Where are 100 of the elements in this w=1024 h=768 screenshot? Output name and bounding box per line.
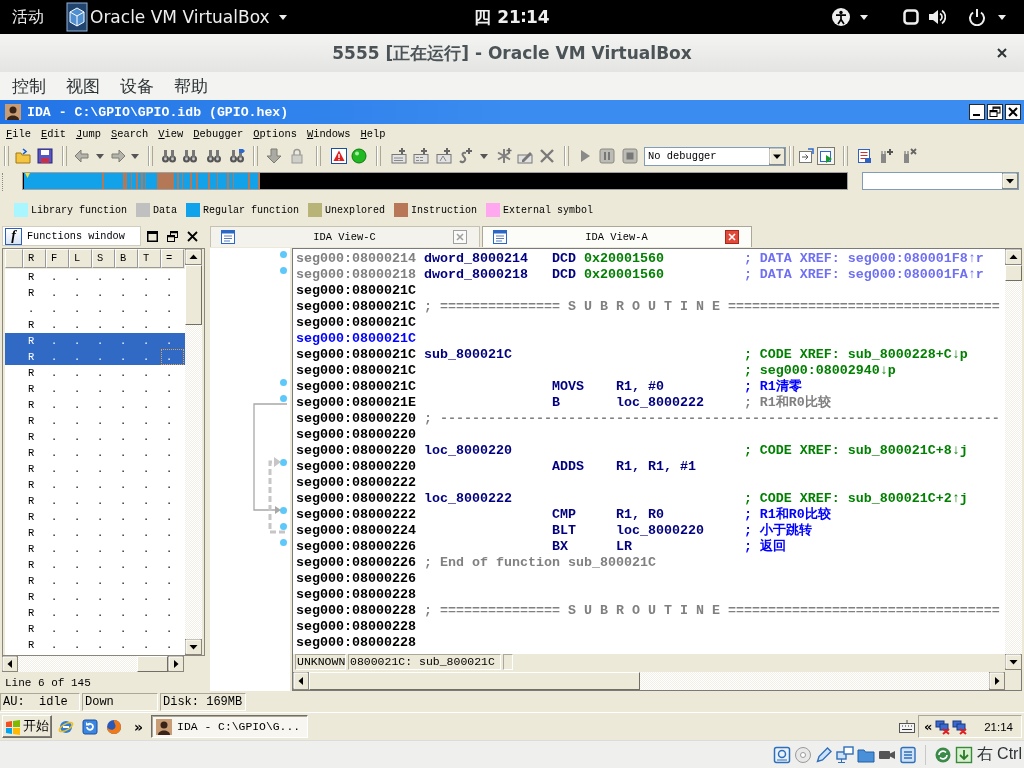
column-header[interactable]: B (115, 249, 138, 268)
caret-icon[interactable] (96, 153, 104, 159)
asterisk-icon[interactable] (495, 148, 512, 164)
column-header[interactable]: L (69, 249, 92, 268)
window-refresh-icon[interactable] (82, 718, 98, 735)
binoculars-icon[interactable] (182, 148, 198, 164)
clock-button[interactable]: 四 21∶14 (474, 5, 550, 29)
window-play-icon[interactable] (816, 147, 835, 165)
person-silhouette-icon[interactable] (5, 104, 21, 120)
line-dot-icon[interactable] (280, 539, 287, 546)
table-row[interactable]: R . . . . . . (5, 333, 185, 349)
pause-icon[interactable] (598, 148, 615, 164)
restore-icon[interactable] (987, 104, 1003, 120)
column-header[interactable]: F (46, 249, 69, 268)
close-icon[interactable] (187, 230, 198, 242)
right-arrow-icon[interactable] (989, 672, 1005, 690)
more-button[interactable]: » (134, 718, 144, 735)
column-header[interactable]: R (23, 249, 46, 268)
menu-item[interactable]: Jump (70, 127, 106, 140)
menu-item[interactable]: Options (248, 127, 302, 140)
line-dot-icon[interactable] (280, 507, 287, 514)
activities-button[interactable]: 活动 (12, 6, 44, 28)
power-icon[interactable] (968, 8, 986, 26)
menu-item[interactable]: Help (355, 127, 391, 140)
toolbar-grip[interactable] (376, 146, 381, 166)
close-icon[interactable] (1005, 104, 1021, 120)
plus-box-icon[interactable] (435, 148, 452, 164)
cube-icon[interactable] (66, 2, 88, 32)
toolbar-grip[interactable] (789, 146, 794, 166)
line-dot-icon[interactable] (280, 395, 287, 402)
line-dot-icon[interactable] (280, 523, 287, 530)
globe-ring-icon[interactable] (58, 718, 74, 735)
line-dot-icon[interactable] (280, 251, 287, 258)
column-header[interactable]: = (161, 249, 184, 268)
warning-icon[interactable] (330, 148, 347, 164)
right-arrow-icon[interactable] (168, 656, 184, 672)
down-arrow-icon[interactable] (185, 639, 202, 655)
dropdown-arrow-icon[interactable] (769, 147, 785, 165)
rounded-square-icon[interactable] (903, 9, 919, 25)
up-arrow-icon[interactable] (1005, 249, 1022, 265)
folder-icon[interactable] (15, 148, 31, 164)
plus-curve-icon[interactable] (457, 148, 473, 164)
toolbar-grip[interactable] (148, 146, 153, 166)
windows-flag-icon[interactable] (5, 718, 21, 735)
menu-item[interactable]: Debugger (188, 127, 249, 140)
stop-icon[interactable] (622, 148, 638, 164)
caret-icon[interactable] (130, 153, 139, 159)
debugger-dropdown[interactable]: No debugger (644, 146, 786, 166)
plug-cross-icon[interactable] (901, 148, 917, 164)
column-header[interactable]: S (92, 249, 115, 268)
ball-icon[interactable] (351, 148, 367, 164)
scroll-thumb[interactable] (309, 672, 640, 690)
menu-item[interactable]: View (153, 127, 189, 140)
plus-box-icon[interactable] (412, 148, 429, 164)
menu-item[interactable]: 控制 (12, 74, 46, 98)
menu-item[interactable]: 设备 (120, 74, 154, 98)
tab[interactable]: IDA View-A (482, 226, 752, 247)
start-button[interactable]: 开始 (2, 715, 52, 738)
caret-icon[interactable] (860, 14, 868, 20)
caret-icon[interactable] (480, 153, 488, 159)
navigation-band-drawing[interactable] (22, 172, 848, 190)
vertical-scrollbar[interactable] (185, 249, 202, 655)
toolbar-grip[interactable] (2, 173, 5, 191)
vertical-scrollbar[interactable] (1005, 249, 1022, 670)
caret-icon[interactable] (998, 14, 1006, 20)
toolbar-grip[interactable] (252, 146, 258, 166)
menu-item[interactable]: Search (105, 127, 154, 140)
toolbar-grip[interactable] (316, 146, 321, 166)
tray-toggle-button[interactable]: « (924, 719, 933, 734)
scroll-thumb[interactable] (185, 265, 202, 325)
scroll-thumb[interactable] (1005, 265, 1022, 281)
menu-item[interactable]: Edit (35, 127, 71, 140)
line-dot-icon[interactable] (280, 379, 287, 386)
list-icon[interactable] (898, 745, 917, 764)
arrows-circle-icon[interactable] (933, 745, 952, 764)
binoculars-icon[interactable] (205, 148, 222, 164)
pen-icon[interactable] (814, 745, 833, 764)
toolbar-grip[interactable] (842, 146, 848, 166)
menu-item[interactable]: 视图 (66, 74, 100, 98)
toolbar-grip[interactable] (61, 146, 67, 166)
combo-field[interactable] (862, 172, 1019, 190)
horizontal-scrollbar[interactable] (293, 672, 1005, 690)
cross-icon[interactable] (538, 148, 555, 164)
globe-icon[interactable] (106, 718, 122, 735)
document-icon[interactable] (856, 148, 872, 164)
toolbar-grip[interactable] (563, 146, 569, 166)
line-dot-icon[interactable] (280, 459, 287, 466)
column-header[interactable] (5, 249, 23, 268)
minimize-icon[interactable] (969, 104, 985, 120)
plus-box-icon[interactable] (390, 148, 407, 164)
tab[interactable]: IDA View-C (210, 226, 480, 247)
left-arrow-icon[interactable] (2, 656, 18, 672)
scroll-thumb[interactable] (137, 656, 168, 672)
dropdown-arrow-icon[interactable] (1002, 173, 1018, 189)
close-icon[interactable] (725, 230, 739, 244)
menu-item[interactable]: File (1, 127, 36, 140)
menu-item[interactable]: Windows (301, 127, 356, 140)
maximize-icon[interactable] (147, 230, 158, 242)
screens-icon[interactable] (835, 745, 854, 764)
volume-icon[interactable] (928, 8, 946, 26)
